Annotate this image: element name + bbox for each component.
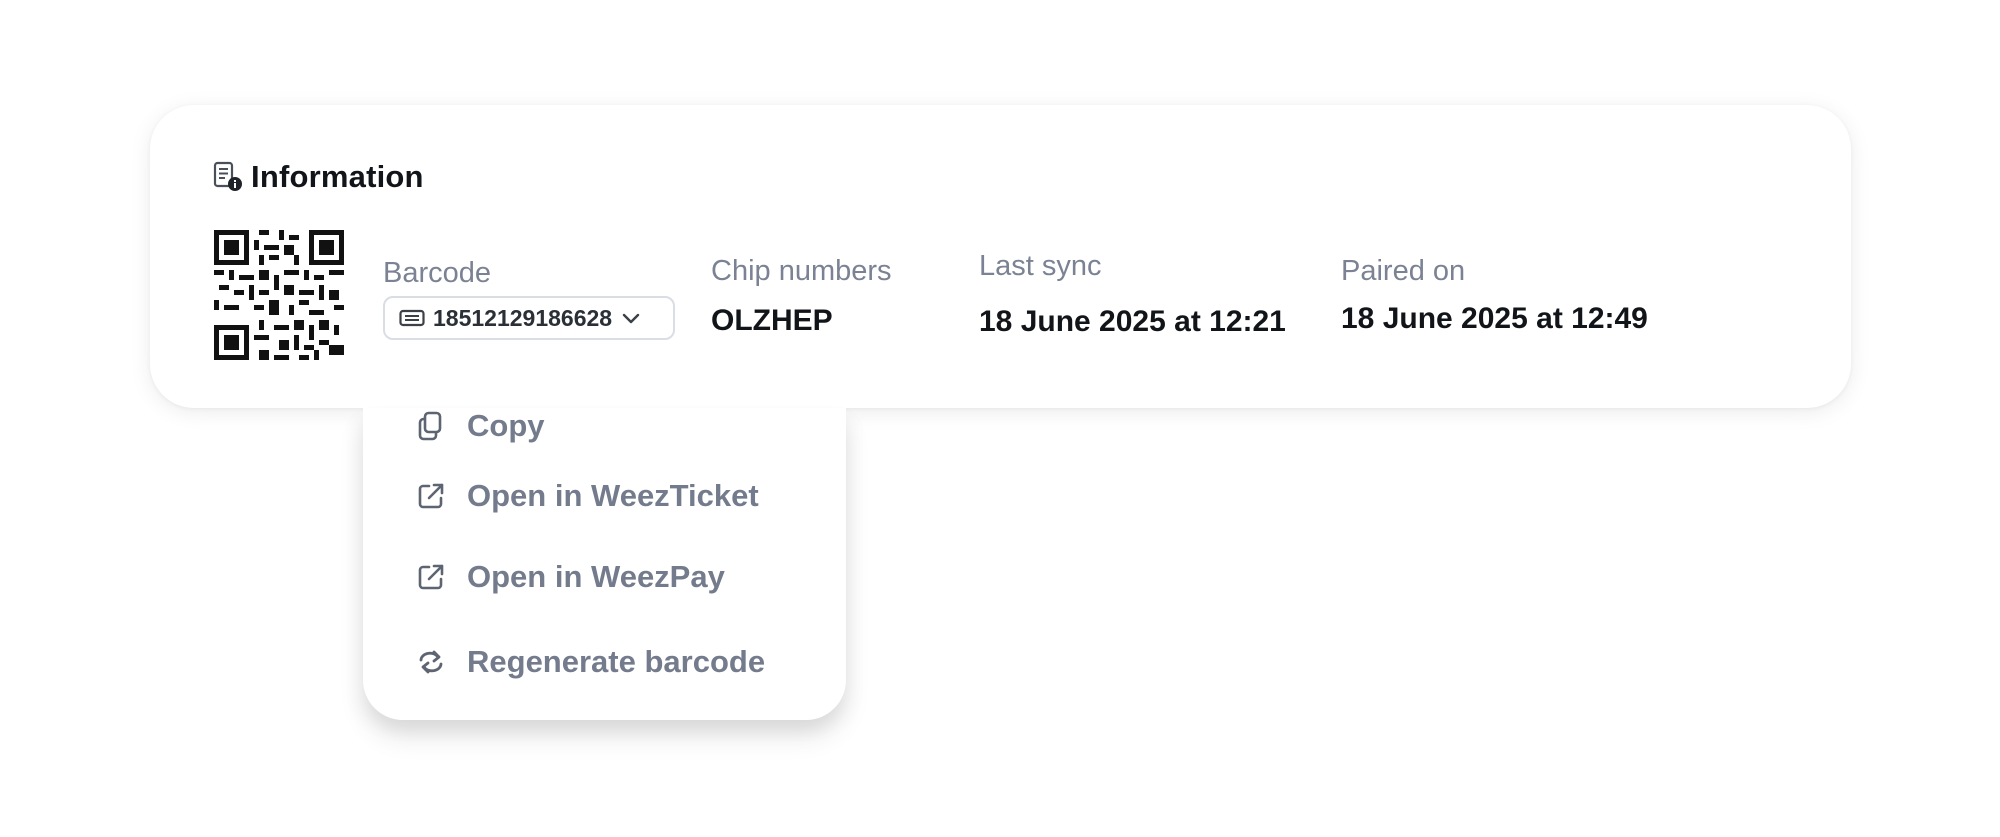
last-sync-value: 18 June 2025 at 12:21 [979,305,1286,338]
barcode-value: 18512129186628 [433,304,613,331]
paired-on-value: 18 June 2025 at 12:49 [1341,302,1648,335]
chevron-down-icon [620,307,642,329]
barcode-field: Barcode 18512129186628 [383,257,675,340]
barcode-dropdown-menu: Copy Open in WeezTicket Open in WeezPay … [363,408,846,720]
menu-item-label: Open in WeezTicket [467,478,759,513]
external-link-icon [415,561,447,593]
card-title: Information [251,159,424,194]
chip-numbers-label: Chip numbers [711,255,892,287]
menu-item-label: Copy [467,408,545,443]
chip-numbers-field: Chip numbers OLZHEP [711,255,892,338]
card-header: Information [213,159,424,195]
barcode-dropdown[interactable]: 18512129186628 [383,296,675,340]
chip-numbers-value: OLZHEP [711,304,833,337]
last-sync-label: Last sync [979,250,1102,282]
menu-item-label: Open in WeezPay [467,559,725,594]
external-link-icon [415,480,447,512]
menu-item-copy[interactable]: Copy [415,408,545,444]
paired-on-field: Paired on 18 June 2025 at 12:49 [1341,255,1648,336]
menu-item-open-weezticket[interactable]: Open in WeezTicket [415,478,759,514]
ticket-icon [399,308,425,328]
copy-icon [415,410,447,442]
barcode-label: Barcode [383,257,492,289]
page: Information Barcode 18512129186628 Chip … [0,0,2000,837]
menu-item-regenerate-barcode[interactable]: Regenerate barcode [415,644,765,680]
last-sync-field: Last sync 18 June 2025 at 12:21 [979,250,1286,339]
refresh-icon [415,646,447,678]
qr-code-icon [214,230,344,360]
menu-item-label: Regenerate barcode [467,644,766,679]
menu-item-open-weezpay[interactable]: Open in WeezPay [415,559,725,595]
information-card: Information Barcode 18512129186628 Chip … [150,105,1851,408]
paired-on-label: Paired on [1341,255,1466,287]
document-info-icon [213,161,243,193]
